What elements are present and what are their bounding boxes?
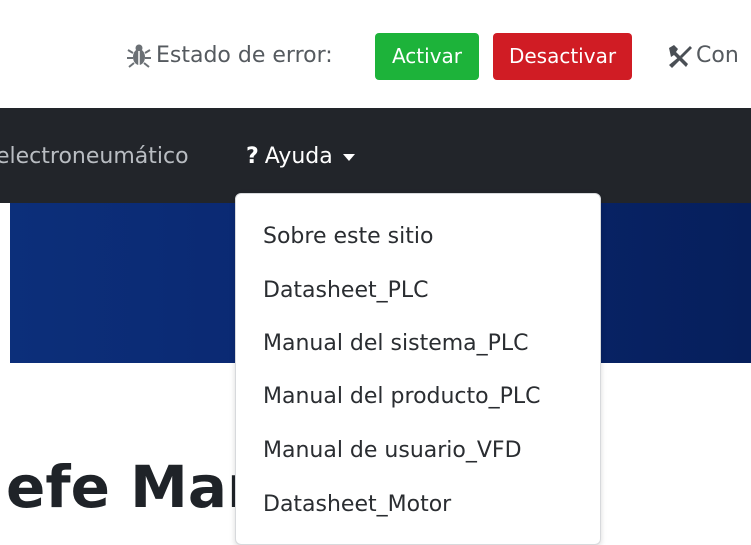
top-bar: Estado de error: Activar Desactivar Con xyxy=(0,0,751,108)
activate-button[interactable]: Activar xyxy=(375,33,479,80)
deactivate-button[interactable]: Desactivar xyxy=(493,33,632,80)
main-navbar: electroneumático ? Ayuda xyxy=(0,108,751,203)
page-title: efe Man xyxy=(6,453,269,521)
question-icon: ? xyxy=(246,144,259,169)
menu-item-product-manual-plc[interactable]: Manual del producto_PLC xyxy=(263,382,541,412)
tools-icon[interactable] xyxy=(666,43,694,69)
bug-icon xyxy=(127,44,151,68)
menu-item-datasheet-plc[interactable]: Datasheet_PLC xyxy=(263,276,429,306)
help-label: Ayuda xyxy=(264,144,333,169)
menu-item-system-manual-plc[interactable]: Manual del sistema_PLC xyxy=(263,329,529,359)
menu-item-datasheet-motor[interactable]: Datasheet_Motor xyxy=(263,490,451,520)
menu-item-about[interactable]: Sobre este sitio xyxy=(263,222,433,252)
help-dropdown-menu: Sobre este sitio Datasheet_PLC Manual de… xyxy=(235,193,601,545)
config-label[interactable]: Con xyxy=(696,42,739,70)
error-state-label: Estado de error: xyxy=(156,43,333,68)
nav-item-help[interactable]: ? Ayuda xyxy=(246,143,355,171)
nav-item-electropneumatic[interactable]: electroneumático xyxy=(0,143,189,171)
caret-down-icon xyxy=(342,153,355,161)
menu-item-user-manual-vfd[interactable]: Manual de usuario_VFD xyxy=(263,436,522,466)
